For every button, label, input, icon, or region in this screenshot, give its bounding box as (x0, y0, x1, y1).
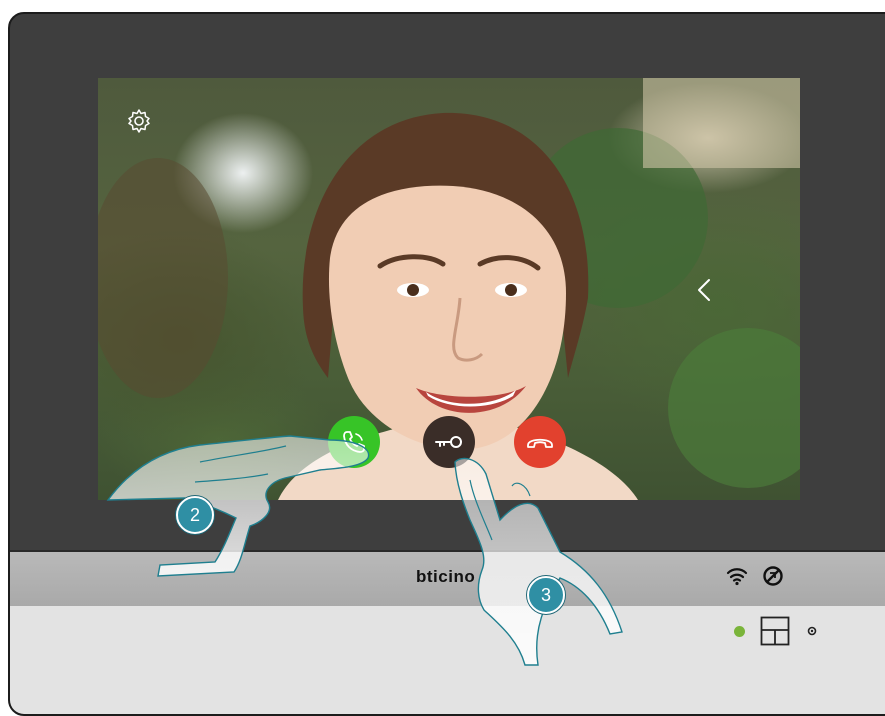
video-screen (98, 78, 800, 500)
door-lock-button[interactable] (423, 416, 475, 468)
back-chevron-button[interactable] (694, 276, 714, 304)
gear-icon (128, 109, 150, 133)
home-button[interactable] (760, 616, 790, 646)
control-panel (10, 606, 885, 714)
settings-button[interactable] (126, 108, 152, 134)
status-led (734, 626, 745, 637)
status-bar: bticino (10, 550, 885, 608)
phone-icon (343, 431, 365, 453)
end-call-button[interactable] (514, 416, 566, 468)
answer-call-button[interactable] (328, 416, 380, 468)
key-icon (435, 436, 462, 448)
mute-icon (763, 566, 783, 586)
brand-logo: bticino (416, 567, 476, 586)
intercom-device: bticino (8, 12, 885, 716)
wifi-icon (726, 568, 748, 586)
microphone-icon (807, 626, 817, 636)
step-badge-answer: 2 (176, 496, 214, 534)
hangup-icon (527, 438, 553, 448)
chevron-left-icon (698, 279, 710, 301)
step-badge-door: 3 (527, 576, 565, 614)
